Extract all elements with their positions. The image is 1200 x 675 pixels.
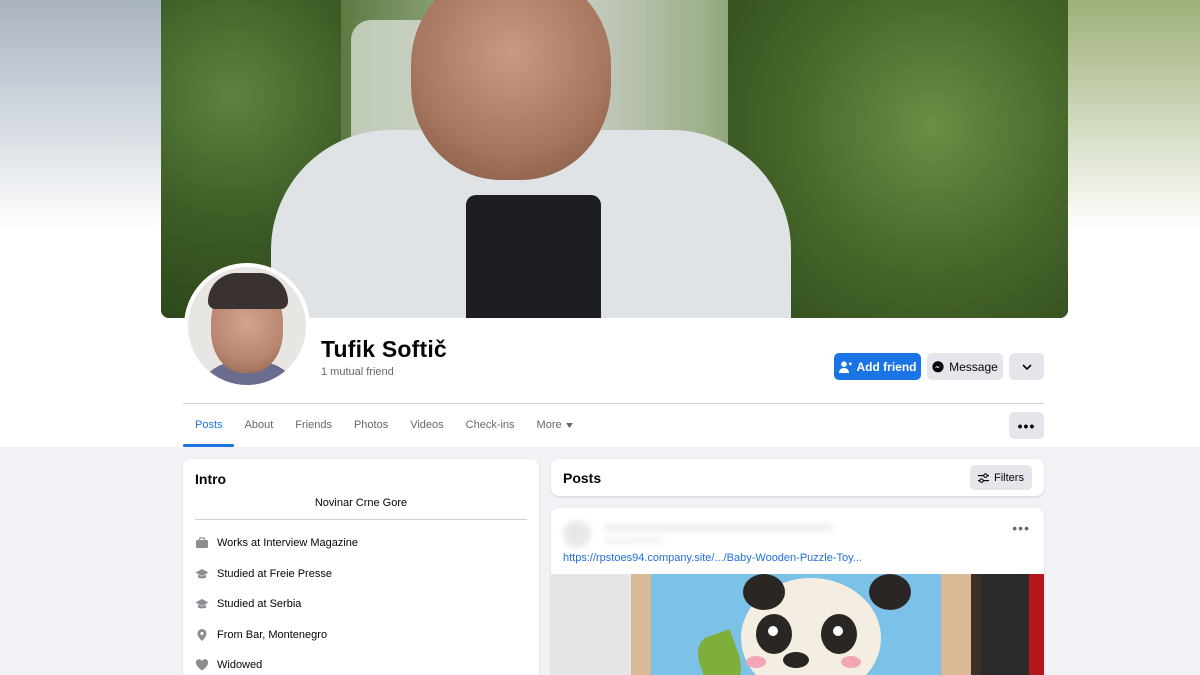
tab-label: Photos: [353, 419, 389, 431]
graduation-cap-icon: [195, 599, 209, 609]
panda-eye-right: [821, 614, 857, 654]
tab-label: Posts: [195, 419, 223, 431]
post-options-icon[interactable]: •••: [1012, 520, 1030, 536]
post-author-avatar: [563, 520, 591, 548]
post-link[interactable]: https://rpstoes94.company.site/.../Baby-…: [563, 552, 862, 564]
messenger-icon: [932, 360, 944, 372]
intro-item-relationship: Widowed: [195, 658, 262, 672]
panda-eye-left: [756, 614, 792, 654]
filters-button[interactable]: Filters: [970, 465, 1032, 490]
post-image[interactable]: [551, 574, 1044, 675]
tab-more[interactable]: More: [526, 410, 584, 440]
tab-about[interactable]: About: [234, 410, 285, 440]
tab-posts[interactable]: Posts: [183, 410, 234, 447]
post-image-red-edge: [1029, 574, 1044, 675]
intro-item-link[interactable]: Serbia: [270, 598, 302, 610]
post-meta-line: [603, 538, 663, 544]
post-card: ••• https://rpstoes94.company.site/.../B…: [551, 508, 1044, 675]
panda-nose: [783, 652, 809, 668]
post-image-left-edge: [551, 574, 631, 675]
tab-label: Check-ins: [465, 419, 515, 431]
tab-label: Friends: [295, 419, 332, 431]
intro-item-education-2: Studied at Serbia: [195, 597, 301, 611]
intro-item-prefix: From: [217, 629, 246, 641]
intro-title: Intro: [195, 471, 227, 487]
post-author-blurred: [563, 516, 853, 552]
intro-item-hometown: From Bar, Montenegro: [195, 628, 327, 642]
intro-item-education-1: Studied at Freie Presse: [195, 567, 332, 581]
caret-down-icon: [565, 422, 573, 428]
profile-more-button[interactable]: [1009, 353, 1044, 380]
intro-item-text: Studied at Serbia: [217, 598, 301, 610]
location-pin-icon: [197, 629, 207, 641]
tab-label: About: [244, 419, 274, 431]
tab-label: More: [536, 419, 562, 431]
intro-bio: Novinar Crne Gore: [314, 497, 408, 509]
heart-icon: [195, 659, 209, 671]
tab-photos[interactable]: Photos: [343, 410, 399, 440]
panda-ear-right: [869, 574, 911, 610]
intro-item-text: Widowed: [217, 659, 262, 671]
cover-person-shirt: [466, 195, 601, 318]
intro-item-link[interactable]: Bar, Montenegro: [246, 629, 327, 641]
tab-friends[interactable]: Friends: [284, 410, 343, 440]
message-button[interactable]: Message: [927, 353, 1003, 380]
panda-cheek-left: [746, 656, 766, 668]
profile-name: Tufik Softič: [321, 336, 447, 362]
message-label: Message: [949, 359, 998, 374]
avatar-hair: [208, 273, 288, 309]
intro-item-link[interactable]: Interview Magazine: [263, 537, 358, 549]
posts-title: Posts: [563, 470, 602, 486]
intro-card: Intro Novinar Crne Gore Works at Intervi…: [183, 459, 539, 675]
tab-videos[interactable]: Videos: [399, 410, 454, 440]
panda-cheek-right: [841, 656, 861, 668]
graduation-cap-icon: [195, 569, 209, 579]
tab-label: Videos: [410, 419, 444, 431]
tabs-overflow-button[interactable]: •••: [1009, 412, 1044, 439]
add-person-icon: [838, 360, 852, 373]
cover-photo[interactable]: [161, 0, 1068, 318]
cover-person-head: [411, 0, 611, 180]
profile-tabs: Posts About Friends Photos Videos Check-…: [183, 410, 584, 447]
filters-label: Filters: [994, 471, 1024, 484]
add-friend-label: Add friend: [856, 359, 917, 374]
chevron-down-icon: [1021, 363, 1032, 370]
intro-item-text: Studied at Freie Presse: [217, 568, 332, 580]
intro-item-prefix: Studied at: [217, 598, 270, 610]
mutual-friends-link[interactable]: 1 mutual friend: [321, 366, 394, 378]
intro-item-value: Widowed: [217, 659, 263, 671]
ellipsis-icon: •••: [1017, 417, 1036, 434]
intro-item-link[interactable]: Freie Presse: [270, 568, 332, 580]
header-background-left: [0, 0, 161, 230]
intro-item-work: Works at Interview Magazine: [195, 536, 358, 550]
intro-item-text: From Bar, Montenegro: [217, 629, 327, 641]
intro-item-text: Works at Interview Magazine: [217, 537, 358, 549]
intro-divider: [195, 519, 527, 520]
filters-icon: [978, 472, 990, 483]
post-author-line: [603, 524, 833, 531]
tab-check-ins[interactable]: Check-ins: [455, 410, 526, 440]
header-divider: [183, 403, 1044, 404]
intro-item-prefix: Works at: [217, 537, 264, 549]
briefcase-icon: [196, 537, 208, 548]
add-friend-button[interactable]: Add friend: [834, 353, 921, 380]
profile-avatar[interactable]: [184, 263, 310, 389]
intro-item-prefix: Studied at: [217, 568, 270, 580]
header-background-right: [1068, 0, 1200, 230]
panda-ear-left: [743, 574, 785, 610]
